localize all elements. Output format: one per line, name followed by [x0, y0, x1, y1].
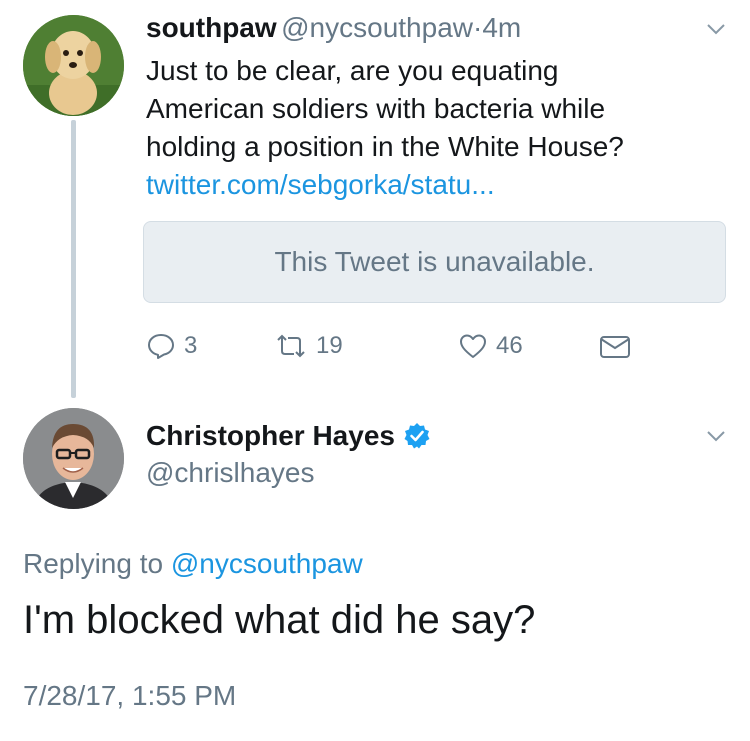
- like-count: 46: [496, 332, 523, 359]
- avatar-christopher-hayes[interactable]: [23, 408, 124, 509]
- chevron-down-icon[interactable]: [705, 425, 727, 447]
- replying-to-line: Replying to @nycsouthpaw: [23, 548, 363, 580]
- chevron-down-icon[interactable]: [705, 18, 727, 40]
- tweet1-display-name[interactable]: southpaw: [146, 12, 277, 43]
- tweet1-text-line: holding a position in the White House?: [146, 131, 624, 162]
- tweet1-time[interactable]: 4m: [482, 12, 521, 43]
- tweet2-text: I'm blocked what did he say?: [23, 598, 536, 642]
- quoted-tweet-message: This Tweet is unavailable.: [274, 246, 595, 277]
- tweet2-timestamp[interactable]: 7/28/17, 1:55 PM: [23, 680, 236, 712]
- quoted-tweet-unavailable: This Tweet is unavailable.: [143, 221, 726, 303]
- direct-message-button[interactable]: [598, 328, 632, 364]
- replying-to-mention[interactable]: @nycsouthpaw: [171, 548, 363, 579]
- heart-icon: [460, 334, 486, 358]
- tweet1-text: Just to be clear, are you equating Ameri…: [146, 52, 726, 204]
- retweet-count: 19: [316, 332, 343, 359]
- like-button[interactable]: 46: [458, 328, 523, 364]
- envelope-icon: [600, 336, 630, 358]
- thread-line: [71, 120, 76, 398]
- retweet-button[interactable]: 19: [274, 328, 343, 364]
- tweet1-text-line: Just to be clear, are you equating: [146, 55, 559, 86]
- avatar-southpaw[interactable]: [23, 15, 124, 116]
- tweet1-header: southpaw @nycsouthpaw·4m: [146, 12, 521, 44]
- replying-prefix: Replying to: [23, 548, 164, 579]
- tweet1-separator: ·: [472, 12, 483, 43]
- tweet1-actions: 3 19 46: [146, 328, 646, 364]
- tweet1-link[interactable]: twitter.com/sebgorka/statu...: [146, 166, 726, 204]
- reply-button[interactable]: 3: [146, 328, 197, 364]
- tweet2-handle[interactable]: @chrislhayes: [146, 457, 314, 489]
- reply-count: 3: [184, 332, 198, 359]
- verified-badge-icon: [404, 423, 430, 449]
- tweet2-name-row: Christopher Hayes: [146, 420, 431, 452]
- tweet1-text-line: American soldiers with bacteria while: [146, 93, 606, 124]
- reply-icon: [148, 334, 174, 359]
- retweet-icon: [277, 334, 305, 358]
- tweet1-handle[interactable]: @nycsouthpaw: [281, 12, 473, 43]
- tweet2-display-name[interactable]: Christopher Hayes: [146, 420, 395, 452]
